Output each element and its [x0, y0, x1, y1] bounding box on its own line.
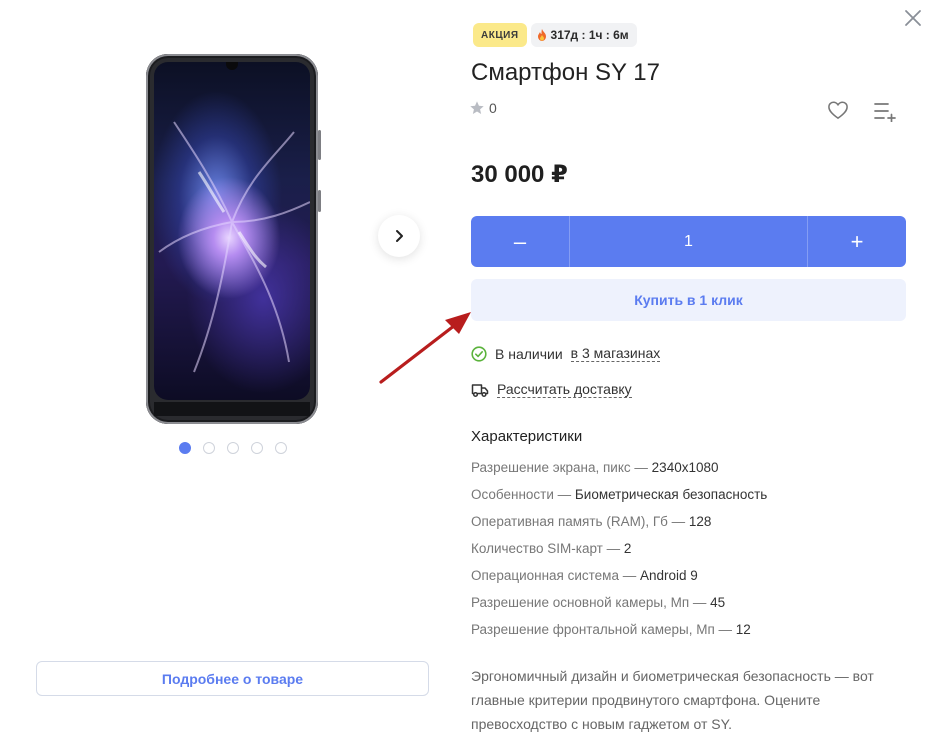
- phone-chin: [154, 402, 310, 416]
- add-to-list-icon: [874, 103, 896, 123]
- spec-value: 2: [623, 541, 632, 556]
- heart-icon: [828, 101, 848, 120]
- product-quick-view-modal: Подробнее о товаре АКЦИЯ 317д : 1ч : 6м …: [0, 0, 927, 740]
- delivery-info: Рассчитать доставку: [471, 381, 632, 398]
- spec-value: 2340x1080: [651, 460, 719, 475]
- product-price: 30 000 ₽: [471, 161, 568, 188]
- stores-link[interactable]: в 3 магазинах: [570, 345, 661, 362]
- add-to-favorites-button[interactable]: [827, 100, 851, 122]
- gallery-dot[interactable]: [203, 442, 215, 454]
- phone-side-button: [318, 190, 321, 212]
- product-image: [146, 54, 318, 424]
- product-details-button[interactable]: Подробнее о товаре: [36, 661, 429, 696]
- phone-screen: [154, 62, 310, 400]
- gallery-next-button[interactable]: [378, 215, 420, 257]
- gallery-dot[interactable]: [275, 442, 287, 454]
- chevron-right-icon: [396, 230, 403, 242]
- spec-value: 12: [735, 622, 751, 637]
- spec-name: Разрешение экрана, пикс: [471, 460, 631, 475]
- availability-text: В наличии: [495, 345, 563, 362]
- close-button[interactable]: [903, 8, 923, 28]
- spec-name: Оперативная память (RAM), Гб: [471, 514, 668, 529]
- spec-name: Количество SIM-карт: [471, 541, 603, 556]
- gallery-dot[interactable]: [179, 442, 191, 454]
- annotation-arrow-icon: [379, 312, 471, 384]
- rating-count: 0: [489, 100, 497, 116]
- spec-name: Операционная система: [471, 568, 619, 583]
- spec-value: Биометрическая безопасность: [574, 487, 768, 502]
- spec-row: Количество SIM-карт — 2: [471, 541, 632, 556]
- spec-row: Разрешение фронтальной камеры, Мп — 12: [471, 622, 751, 637]
- phone-side-button: [318, 130, 321, 160]
- specs-list: Разрешение экрана, пикс — 2340x1080 Особ…: [471, 460, 767, 649]
- decrease-quantity-button[interactable]: –: [471, 216, 570, 267]
- wallpaper-art: [158, 121, 310, 373]
- truck-icon: [471, 383, 489, 397]
- spec-row: Операционная система — Android 9: [471, 568, 698, 583]
- spec-name: Разрешение фронтальной камеры, Мп: [471, 622, 715, 637]
- promo-timer: 317д : 1ч : 6м: [530, 23, 637, 47]
- gallery-dot[interactable]: [227, 442, 239, 454]
- quantity-value[interactable]: 1: [570, 216, 807, 267]
- buy-one-click-button[interactable]: Купить в 1 клик: [471, 279, 906, 321]
- specs-title: Характеристики: [471, 428, 583, 445]
- product-title: Смартфон SY 17: [471, 59, 660, 86]
- quantity-stepper: – 1 +: [471, 216, 906, 267]
- star-icon: [470, 101, 484, 114]
- add-to-compare-button[interactable]: [873, 100, 897, 123]
- spec-name: Разрешение основной камеры, Мп: [471, 595, 690, 610]
- spec-row: Особенности — Биометрическая безопасност…: [471, 487, 768, 502]
- gallery-dot[interactable]: [251, 442, 263, 454]
- product-badges: АКЦИЯ 317д : 1ч : 6м: [473, 23, 637, 47]
- sale-badge: АКЦИЯ: [473, 23, 527, 47]
- spec-value: 128: [688, 514, 712, 529]
- close-icon: [905, 10, 921, 26]
- calculate-delivery-link[interactable]: Рассчитать доставку: [497, 381, 632, 398]
- check-circle-icon: [471, 345, 487, 362]
- spec-row: Оперативная память (RAM), Гб — 128: [471, 514, 712, 529]
- increase-quantity-button[interactable]: +: [807, 216, 906, 267]
- gallery-pagination: [179, 442, 287, 454]
- spec-value: 45: [710, 595, 726, 610]
- timer-text: 317д : 1ч : 6м: [550, 28, 629, 42]
- availability-info: В наличии в 3 магазинах: [471, 345, 661, 362]
- spec-name: Особенности: [471, 487, 554, 502]
- product-description: Эргономичный дизайн и биометрическая без…: [471, 668, 874, 732]
- spec-value: Android 9: [639, 568, 698, 583]
- spec-row: Разрешение экрана, пикс — 2340x1080: [471, 460, 719, 475]
- product-rating[interactable]: 0: [469, 100, 497, 116]
- spec-row: Разрешение основной камеры, Мп — 45: [471, 595, 726, 610]
- fire-icon: [537, 29, 546, 41]
